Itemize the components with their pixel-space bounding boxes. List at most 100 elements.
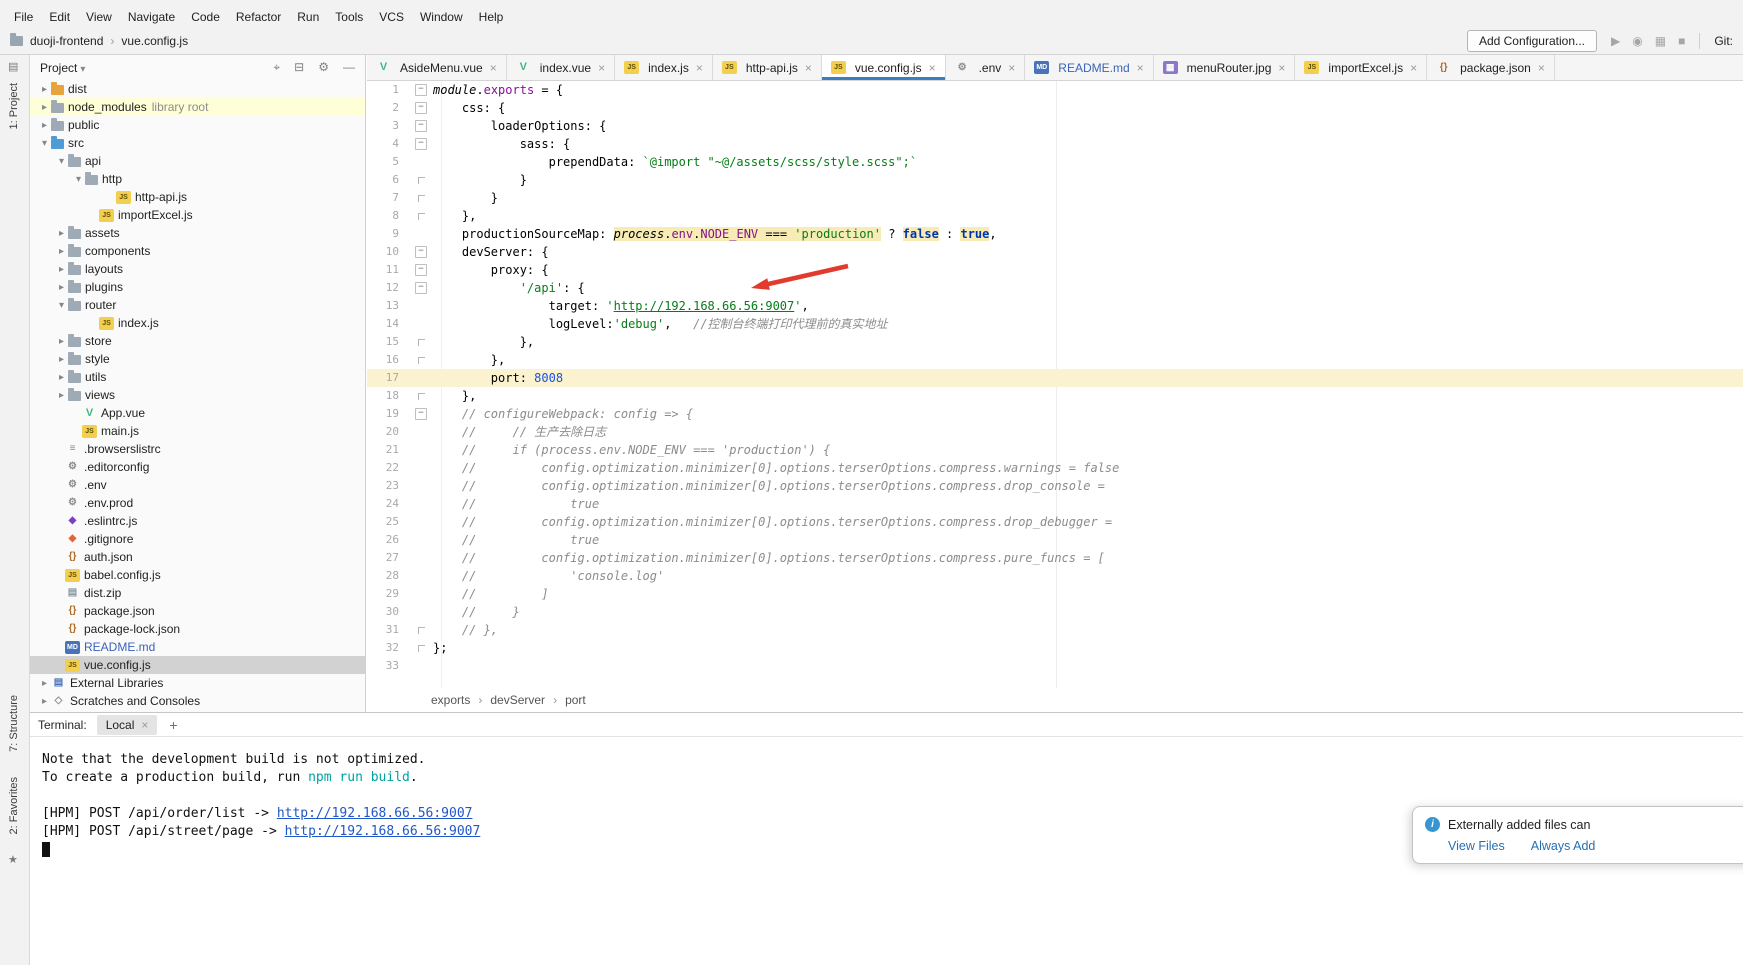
chevron-down-icon[interactable]: ▾	[55, 300, 68, 311]
line-number[interactable]: 21	[367, 441, 409, 459]
menu-window[interactable]: Window	[412, 8, 471, 26]
line-number[interactable]: 1	[367, 81, 409, 99]
code-line-27[interactable]: 27 // config.optimization.minimizer[0].o…	[367, 549, 1743, 567]
line-number[interactable]: 18	[367, 387, 409, 405]
line-number[interactable]: 29	[367, 585, 409, 603]
chevron-down-icon[interactable]: ▾	[72, 174, 85, 185]
fold-collapse-icon[interactable]	[409, 405, 433, 423]
code-line-30[interactable]: 30 // }	[367, 603, 1743, 621]
line-number[interactable]: 32	[367, 639, 409, 657]
code-line-33[interactable]: 33	[367, 657, 1743, 675]
hide-icon[interactable]: —	[343, 60, 355, 75]
line-number[interactable]: 22	[367, 459, 409, 477]
code-text[interactable]: }	[433, 171, 1743, 189]
code-text[interactable]: css: {	[433, 99, 1743, 117]
code-text[interactable]: // 'console.log'	[433, 567, 1743, 585]
settings-icon[interactable]: ⚙	[318, 60, 329, 75]
code-line-17[interactable]: 17 port: 8008	[367, 369, 1743, 387]
locate-icon[interactable]: ⌖	[273, 60, 280, 75]
code-line-15[interactable]: 15 },	[367, 333, 1743, 351]
editor-tab-http-api.js[interactable]: JShttp-api.js	[713, 55, 822, 80]
line-number[interactable]: 16	[367, 351, 409, 369]
code-text[interactable]: // },	[433, 621, 1743, 639]
close-icon[interactable]	[598, 61, 605, 75]
line-number[interactable]: 2	[367, 99, 409, 117]
tree-item-public[interactable]: ▸public	[30, 116, 365, 134]
code-text[interactable]: },	[433, 351, 1743, 369]
tool-button-favorites[interactable]: 2: Favorites	[8, 777, 20, 834]
breadcrumb-devServer[interactable]: devServer	[490, 693, 545, 707]
code-line-24[interactable]: 24 // true	[367, 495, 1743, 513]
fold-collapse-icon[interactable]	[409, 99, 433, 117]
tree-item-components[interactable]: ▸components	[30, 242, 365, 260]
project-tool-icon[interactable]: ▤	[8, 60, 18, 73]
close-icon[interactable]	[1538, 61, 1545, 75]
tree-item-.env[interactable]: ⚙.env	[30, 476, 365, 494]
code-text[interactable]: productionSourceMap: process.env.NODE_EN…	[433, 225, 1743, 243]
line-number[interactable]: 24	[367, 495, 409, 513]
line-number[interactable]: 6	[367, 171, 409, 189]
editor-tab-importExcel.js[interactable]: JSimportExcel.js	[1295, 55, 1427, 80]
line-number[interactable]: 28	[367, 567, 409, 585]
close-icon[interactable]	[141, 718, 148, 732]
breadcrumb-file[interactable]: vue.config.js	[121, 34, 188, 48]
close-icon[interactable]	[805, 61, 812, 75]
chevron-right-icon[interactable]: ▸	[55, 246, 68, 257]
git-branch-widget[interactable]: Git:	[1714, 34, 1733, 48]
editor-tab-index.js[interactable]: JSindex.js	[615, 55, 713, 80]
new-terminal-session-button[interactable]: +	[169, 717, 177, 733]
chevron-right-icon[interactable]: ▸	[55, 264, 68, 275]
line-number[interactable]: 25	[367, 513, 409, 531]
close-icon[interactable]	[696, 61, 703, 75]
code-text[interactable]: proxy: {	[433, 261, 1743, 279]
chevron-right-icon[interactable]: ▸	[38, 696, 51, 707]
editor-tab-package.json[interactable]: {}package.json	[1427, 55, 1555, 80]
line-number[interactable]: 8	[367, 207, 409, 225]
chevron-down-icon[interactable]	[80, 61, 85, 75]
code-text[interactable]: },	[433, 207, 1743, 225]
menu-code[interactable]: Code	[183, 8, 228, 26]
menu-help[interactable]: Help	[471, 8, 512, 26]
code-line-18[interactable]: 18 },	[367, 387, 1743, 405]
line-number[interactable]: 9	[367, 225, 409, 243]
tree-item-auth.json[interactable]: {}auth.json	[30, 548, 365, 566]
tree-item-dist[interactable]: ▸dist	[30, 80, 365, 98]
line-number[interactable]: 23	[367, 477, 409, 495]
code-line-11[interactable]: 11 proxy: {	[367, 261, 1743, 279]
tree-item-utils[interactable]: ▸utils	[30, 368, 365, 386]
code-text[interactable]: };	[433, 639, 1743, 657]
code-text[interactable]: target: 'http://192.168.66.56:9007',	[433, 297, 1743, 315]
code-text[interactable]: module.exports = {	[433, 81, 1743, 99]
code-line-10[interactable]: 10 devServer: {	[367, 243, 1743, 261]
chevron-right-icon[interactable]: ▸	[55, 354, 68, 365]
code-line-7[interactable]: 7 }	[367, 189, 1743, 207]
editor-tab-menuRouter.jpg[interactable]: ▦menuRouter.jpg	[1154, 55, 1296, 80]
fold-collapse-icon[interactable]	[409, 243, 433, 261]
line-number[interactable]: 3	[367, 117, 409, 135]
fold-collapse-icon[interactable]	[409, 135, 433, 153]
breadcrumb-port[interactable]: port	[565, 693, 586, 707]
menu-vcs[interactable]: VCS	[371, 8, 412, 26]
tree-item-http[interactable]: ▾http	[30, 170, 365, 188]
tool-button-structure[interactable]: 7: Structure	[8, 695, 20, 752]
code-text[interactable]: sass: {	[433, 135, 1743, 153]
close-icon[interactable]	[929, 61, 936, 75]
line-number[interactable]: 13	[367, 297, 409, 315]
line-number[interactable]: 17	[367, 369, 409, 387]
tree-item-store[interactable]: ▸store	[30, 332, 365, 350]
chevron-right-icon[interactable]: ▸	[38, 102, 51, 113]
code-line-16[interactable]: 16 },	[367, 351, 1743, 369]
tree-item-dist.zip[interactable]: ▤dist.zip	[30, 584, 365, 602]
code-line-31[interactable]: 31 // },	[367, 621, 1743, 639]
code-line-12[interactable]: 12 '/api': {	[367, 279, 1743, 297]
line-number[interactable]: 26	[367, 531, 409, 549]
code-editor[interactable]: 1module.exports = {2 css: {3 loaderOptio…	[367, 81, 1743, 688]
close-icon[interactable]	[1008, 61, 1015, 75]
tree-item-index.js[interactable]: JSindex.js	[30, 314, 365, 332]
code-line-23[interactable]: 23 // config.optimization.minimizer[0].o…	[367, 477, 1743, 495]
line-number[interactable]: 5	[367, 153, 409, 171]
code-text[interactable]: devServer: {	[433, 243, 1743, 261]
close-icon[interactable]	[1137, 61, 1144, 75]
line-number[interactable]: 20	[367, 423, 409, 441]
code-text[interactable]: },	[433, 387, 1743, 405]
